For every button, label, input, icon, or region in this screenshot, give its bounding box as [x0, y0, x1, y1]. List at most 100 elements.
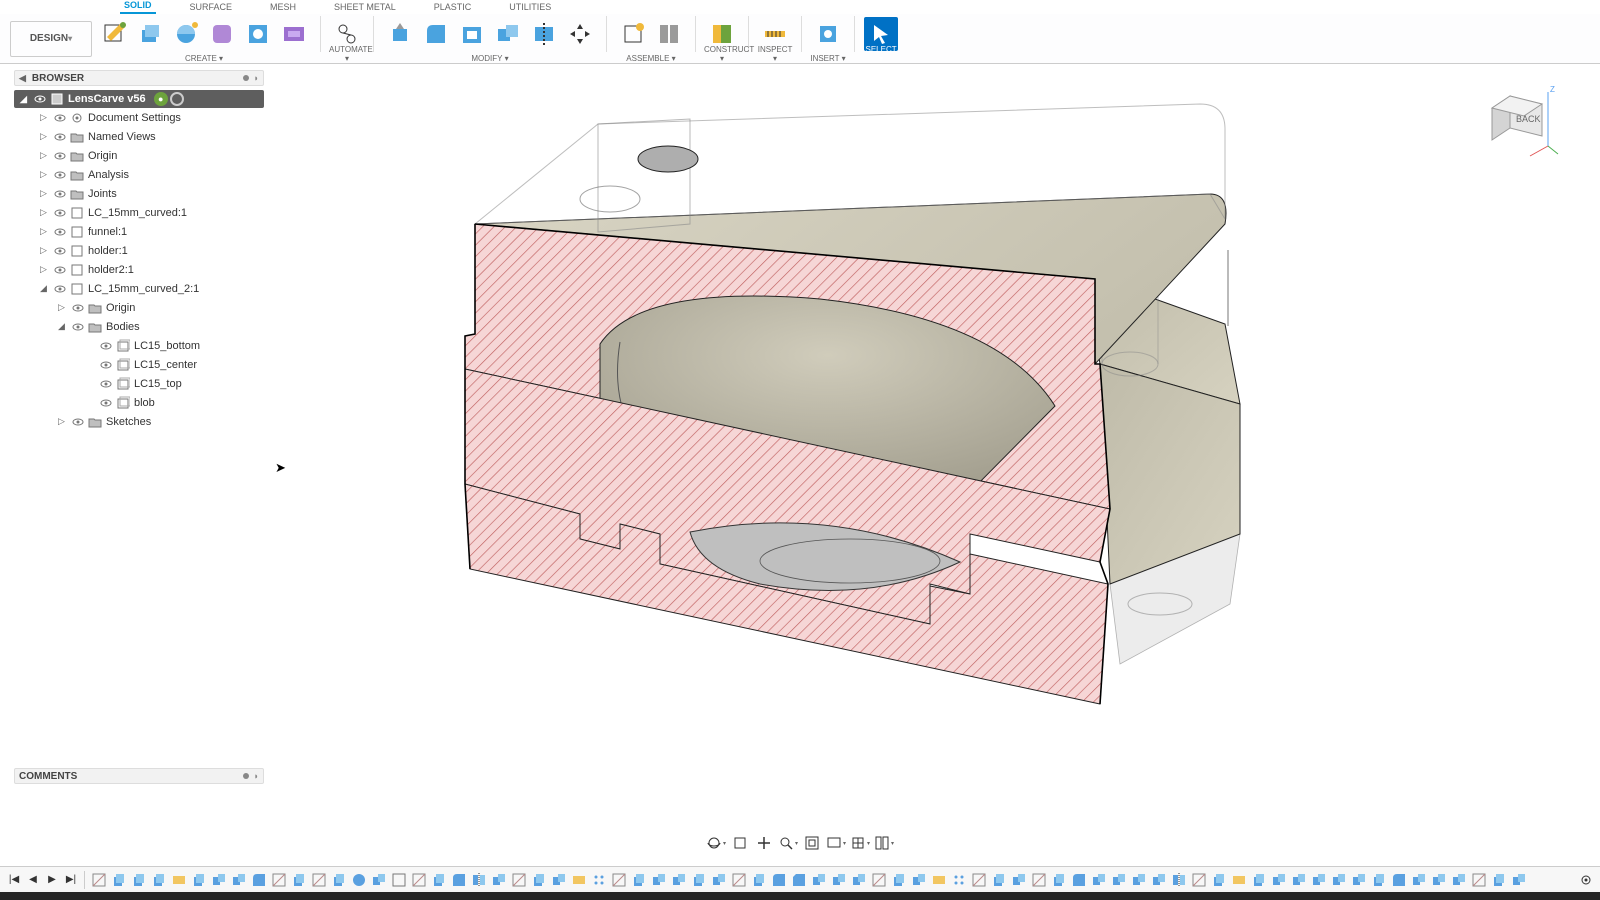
timeline-feature[interactable]: [1510, 871, 1528, 889]
timeline-feature[interactable]: [610, 871, 628, 889]
tree-item[interactable]: ▷Joints: [14, 184, 264, 203]
tree-item[interactable]: LC15_top: [14, 374, 264, 393]
view-cube[interactable]: BACK Z: [1480, 82, 1560, 162]
visibility-toggle-icon[interactable]: [100, 340, 112, 352]
visibility-toggle-icon[interactable]: [100, 378, 112, 390]
expand-arrow-icon[interactable]: ◢: [58, 321, 68, 332]
timeline-end-button[interactable]: ▶|: [63, 872, 79, 888]
extrude-button[interactable]: [133, 17, 167, 51]
timeline-feature[interactable]: [1410, 871, 1428, 889]
expand-arrow-icon[interactable]: ▷: [40, 188, 50, 199]
visibility-toggle-icon[interactable]: [72, 321, 84, 333]
joint-button[interactable]: [652, 17, 686, 51]
new-component-button[interactable]: [616, 17, 650, 51]
workspace-selector[interactable]: DESIGN: [10, 21, 92, 57]
expand-arrow-icon[interactable]: ▷: [40, 169, 50, 180]
timeline-feature[interactable]: [770, 871, 788, 889]
timeline-feature[interactable]: [1330, 871, 1348, 889]
shell-button[interactable]: [455, 17, 489, 51]
visibility-toggle-icon[interactable]: [54, 188, 66, 200]
timeline-feature[interactable]: [350, 871, 368, 889]
timeline-feature[interactable]: [1210, 871, 1228, 889]
tree-item[interactable]: ◢LC_15mm_curved_2:1: [14, 279, 264, 298]
expand-arrow-icon[interactable]: [86, 341, 96, 351]
zoom-button[interactable]: ▾: [778, 833, 798, 853]
grid-settings-button[interactable]: ▾: [850, 833, 870, 853]
timeline-feature[interactable]: [1490, 871, 1508, 889]
expand-arrow-icon[interactable]: ▷: [40, 264, 50, 275]
timeline-feature[interactable]: [730, 871, 748, 889]
split-body-button[interactable]: [527, 17, 561, 51]
timeline-feature[interactable]: [270, 871, 288, 889]
tab-utilities[interactable]: UTILITIES: [505, 2, 555, 14]
tree-root[interactable]: ◢ LensCarve v56 ●: [14, 90, 264, 108]
timeline-feature[interactable]: [510, 871, 528, 889]
timeline-feature[interactable]: [190, 871, 208, 889]
visibility-toggle-icon[interactable]: [100, 359, 112, 371]
timeline-feature[interactable]: [1070, 871, 1088, 889]
tree-item[interactable]: ▷Origin: [14, 298, 264, 317]
visibility-toggle-icon[interactable]: [54, 226, 66, 238]
timeline-feature[interactable]: [590, 871, 608, 889]
timeline-feature[interactable]: [470, 871, 488, 889]
tree-item[interactable]: ▷funnel:1: [14, 222, 264, 241]
tab-solid[interactable]: SOLID: [120, 0, 156, 14]
timeline-feature[interactable]: [710, 871, 728, 889]
timeline-feature[interactable]: [250, 871, 268, 889]
timeline-feature[interactable]: [1150, 871, 1168, 889]
tree-item[interactable]: ▷Document Settings: [14, 108, 264, 127]
insert-derive-button[interactable]: [811, 17, 845, 51]
hole-button[interactable]: [241, 17, 275, 51]
timeline-feature[interactable]: [910, 871, 928, 889]
toolbar-group-create-label[interactable]: CREATE: [96, 54, 312, 63]
timeline-feature[interactable]: [870, 871, 888, 889]
visibility-toggle-icon[interactable]: [72, 416, 84, 428]
combine-button[interactable]: [491, 17, 525, 51]
timeline-feature[interactable]: [1170, 871, 1188, 889]
timeline-feature[interactable]: [1310, 871, 1328, 889]
activate-icon[interactable]: [170, 92, 184, 106]
timeline-feature[interactable]: [1430, 871, 1448, 889]
timeline-feature[interactable]: [230, 871, 248, 889]
visibility-toggle-icon[interactable]: [100, 397, 112, 409]
timeline-feature[interactable]: [790, 871, 808, 889]
toolbar-group-automate-label[interactable]: AUTOMATE: [329, 45, 365, 63]
visibility-toggle-icon[interactable]: [54, 245, 66, 257]
timeline-feature[interactable]: [490, 871, 508, 889]
tab-surface[interactable]: SURFACE: [186, 2, 237, 14]
new-sketch-button[interactable]: [97, 17, 131, 51]
toolbar-group-construct-label[interactable]: CONSTRUCT: [704, 45, 740, 63]
browser-header[interactable]: ◀ BROWSER ◗: [14, 70, 264, 86]
toolbar-group-assemble-label[interactable]: ASSEMBLE: [615, 54, 687, 63]
timeline-feature[interactable]: [1110, 871, 1128, 889]
toolbar-group-inspect-label[interactable]: INSPECT: [757, 45, 793, 63]
timeline-feature[interactable]: [650, 871, 668, 889]
orbit-button[interactable]: ▾: [706, 833, 726, 853]
timeline-play-button[interactable]: ▶: [44, 872, 60, 888]
timeline-feature[interactable]: [370, 871, 388, 889]
tree-item[interactable]: ▷holder2:1: [14, 260, 264, 279]
timeline-feature[interactable]: [1050, 871, 1068, 889]
timeline-feature[interactable]: [570, 871, 588, 889]
visibility-toggle-icon[interactable]: [54, 112, 66, 124]
timeline-feature[interactable]: [1470, 871, 1488, 889]
timeline-feature[interactable]: [1450, 871, 1468, 889]
expand-arrow-icon[interactable]: ▷: [58, 302, 68, 313]
expand-arrow-icon[interactable]: ▷: [40, 112, 50, 123]
timeline-feature[interactable]: [1030, 871, 1048, 889]
tab-plastic[interactable]: PLASTIC: [430, 2, 476, 14]
timeline-feature[interactable]: [970, 871, 988, 889]
timeline-feature[interactable]: [1370, 871, 1388, 889]
expand-arrow-icon[interactable]: ▷: [40, 150, 50, 161]
visibility-toggle-icon[interactable]: [72, 302, 84, 314]
tree-item[interactable]: LC15_bottom: [14, 336, 264, 355]
toolbar-group-select-label[interactable]: SELECT: [863, 45, 899, 63]
timeline-feature[interactable]: [410, 871, 428, 889]
tree-item[interactable]: ▷Sketches: [14, 412, 264, 431]
timeline-feature[interactable]: [530, 871, 548, 889]
visibility-toggle-icon[interactable]: [54, 264, 66, 276]
tab-mesh[interactable]: MESH: [266, 2, 300, 14]
expand-arrow-icon[interactable]: [86, 379, 96, 389]
timeline-feature[interactable]: [1090, 871, 1108, 889]
timeline-feature[interactable]: [1250, 871, 1268, 889]
